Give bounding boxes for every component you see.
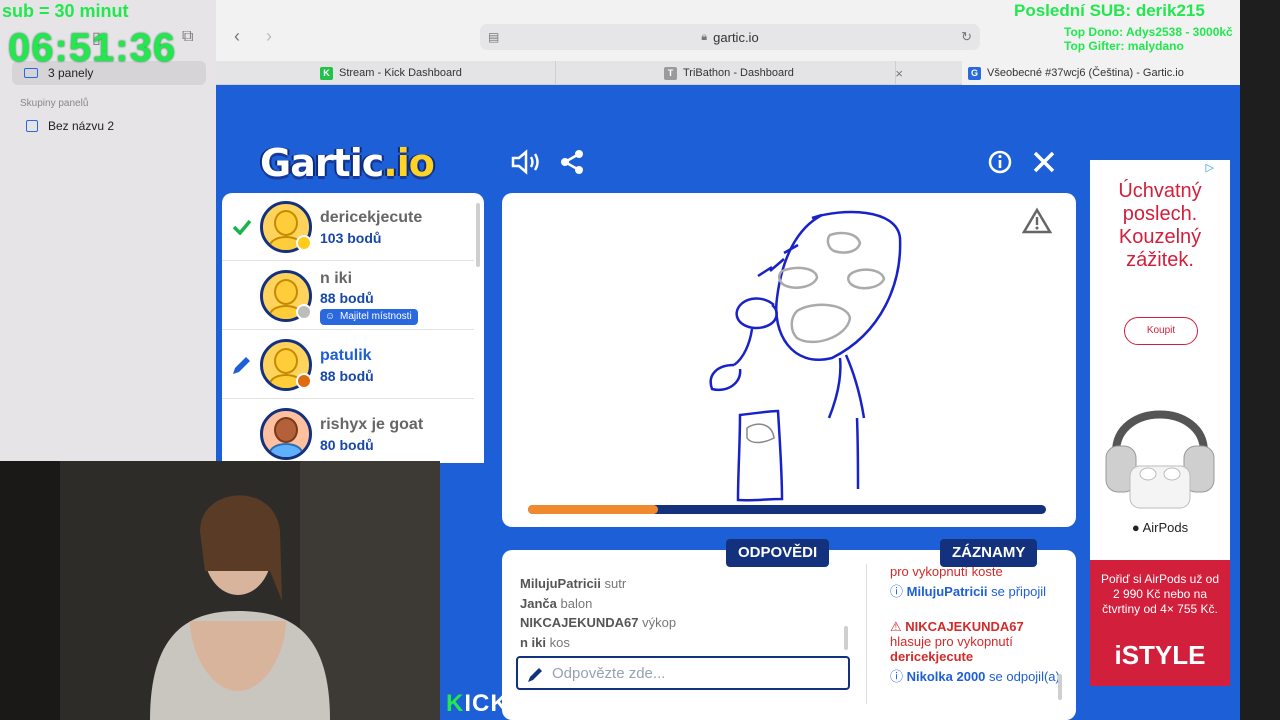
tab-tribathon-dashboard[interactable]: T TriBathon - Dashboard × [556, 61, 903, 85]
headphones-image [1105, 410, 1215, 509]
level-badge [296, 235, 312, 251]
player-name: dericekjecute [320, 209, 423, 226]
player-points: 88 bodů [320, 290, 374, 306]
pencil-icon [528, 668, 542, 682]
player-card[interactable]: dericekjecute 103 bodů [222, 193, 474, 261]
tribathon-favicon-icon: T [664, 66, 677, 80]
sidebar-item-label: Bez názvu 2 [48, 119, 115, 133]
ad-buy-button[interactable]: Koupit [1124, 317, 1198, 345]
answer-input[interactable]: Odpovězte zde... [516, 656, 850, 690]
drawing [709, 210, 902, 502]
close-icon[interactable] [1032, 149, 1056, 182]
back-icon[interactable]: ‹ [234, 26, 240, 47]
answer-line: NIKCAJEKUNDA67 výkop [520, 615, 677, 630]
ad-product-name: ● AirPods [1131, 520, 1189, 535]
level-badge [296, 373, 312, 389]
answer-line: Janča balon [520, 596, 593, 611]
adchoices-icon[interactable]: ▷ [1206, 161, 1214, 174]
player-name: n iki [320, 270, 353, 287]
report-warning-icon[interactable] [1022, 207, 1052, 235]
top-donor-overlay: Top Dono: Adys2538 - 3000kč [1064, 25, 1233, 39]
player-list-scrollbar[interactable] [476, 203, 480, 267]
room-owner-badge: Majitel místnosti [320, 309, 418, 325]
address-bar[interactable]: ▤ 🔒︎ gartic.io ↻ [480, 24, 980, 50]
player-card[interactable]: patulik 88 bodů [222, 331, 474, 399]
tab-answers[interactable]: ODPOVĚDI [726, 539, 830, 567]
tab-bar: K Stream - Kick Dashboard T TriBathon - … [216, 61, 1240, 85]
answer-line: n iki kos [520, 635, 570, 650]
sidebar-groups-title: Skupiny panelů [20, 98, 89, 109]
player-points: 80 bodů [320, 437, 374, 453]
lock-icon: 🔒︎ [701, 30, 708, 43]
round-timer-bar [528, 505, 1046, 514]
check-icon [232, 219, 252, 235]
drawing-canvas[interactable] [502, 193, 1076, 527]
sidebar-item-group[interactable]: Bez názvu 2 [12, 114, 206, 138]
gartic-favicon-icon: G [968, 66, 981, 80]
tab-label: Stream - Kick Dashboard [339, 67, 462, 79]
ad-store-logo: iSTYLE [1114, 640, 1206, 670]
tab-records[interactable]: ZÁZNAMY [940, 539, 1038, 567]
apple-icon: ● [1131, 520, 1140, 535]
answer-line: MilujuPatricii sutr [520, 576, 627, 591]
answer-placeholder: Odpovězte zde... [552, 664, 666, 682]
records-scrollbar[interactable] [1058, 674, 1062, 700]
share-icon[interactable] [560, 149, 584, 182]
panel-divider [866, 564, 867, 704]
kick-url-overlay: KICK.COM/PODDAMEBOZKOV [446, 690, 822, 717]
stream-timer: 06:51:36 [8, 26, 177, 70]
player-points: 103 bodů [320, 230, 382, 246]
avatar [260, 408, 312, 460]
player-name: rishyx je goat [320, 416, 424, 433]
record-line: ⚠ NIKCAJEKUNDA67 hlasuje pro vykopnutí d… [890, 619, 1024, 664]
last-sub-overlay: Poslední SUB: derik215 [1014, 1, 1205, 20]
level-badge [296, 304, 312, 320]
tab-label: Všeobecné #37wcj6 (Čeština) - Gartic.io [987, 67, 1184, 79]
webcam-overlay [0, 461, 440, 720]
forward-icon[interactable]: › [266, 26, 272, 47]
round-timer-fill [528, 505, 658, 514]
ad-offer-panel: Pořiď si AirPods už od 2 990 Kč nebo na … [1090, 560, 1230, 686]
ad-offer-text: Pořiď si AirPods už od 2 990 Kč nebo na … [1100, 572, 1220, 616]
pencil-icon [233, 357, 250, 374]
player-points: 88 bodů [320, 368, 374, 384]
info-icon[interactable] [988, 149, 1012, 182]
kick-favicon-icon: K [320, 66, 333, 80]
record-line: ⓘ Nikolka 2000 se odpojil(a) [890, 669, 1060, 684]
record-line: ⓘ MilujuPatricii se připojil [890, 584, 1047, 599]
sub-overlay-text: sub = 30 minut [2, 1, 129, 21]
player-card[interactable]: n iki 88 bodů Majitel místnosti [222, 262, 474, 330]
top-gifter-overlay: Top Gifter: malydano [1064, 39, 1184, 53]
sound-icon[interactable] [510, 149, 540, 182]
tab-label: TriBathon - Dashboard [683, 67, 794, 79]
close-tab-icon[interactable]: × [895, 66, 903, 81]
ad-banner[interactable]: ▷ Úchvatný poslech. Kouzelný zážitek. Ko… [1090, 160, 1230, 686]
player-list: dericekjecute 103 bodů n iki 88 bodů Maj… [222, 193, 484, 463]
tab-gartic[interactable]: G Všeobecné #37wcj6 (Čeština) - Gartic.i… [962, 61, 1240, 85]
tab-group-icon [26, 120, 38, 132]
ad-headline: Úchvatný poslech. Kouzelný zážitek. [1118, 180, 1202, 271]
gartic-logo: Gartic.io [260, 141, 435, 185]
page-menu-icon[interactable]: ▤ [488, 30, 499, 44]
address-text: gartic.io [713, 29, 759, 45]
reload-icon[interactable]: ↻ [961, 29, 972, 45]
new-tab-group-icon[interactable]: ⧉ [182, 28, 193, 46]
player-card[interactable]: rishyx je goat 80 bodů [222, 400, 474, 463]
player-name: patulik [320, 347, 372, 364]
desktop-edge [1240, 0, 1280, 720]
webcam-image [0, 461, 440, 720]
kick-logo-icon: K [446, 690, 465, 717]
tab-kick-dashboard[interactable]: K Stream - Kick Dashboard [314, 61, 556, 85]
answers-scrollbar[interactable] [844, 626, 848, 650]
